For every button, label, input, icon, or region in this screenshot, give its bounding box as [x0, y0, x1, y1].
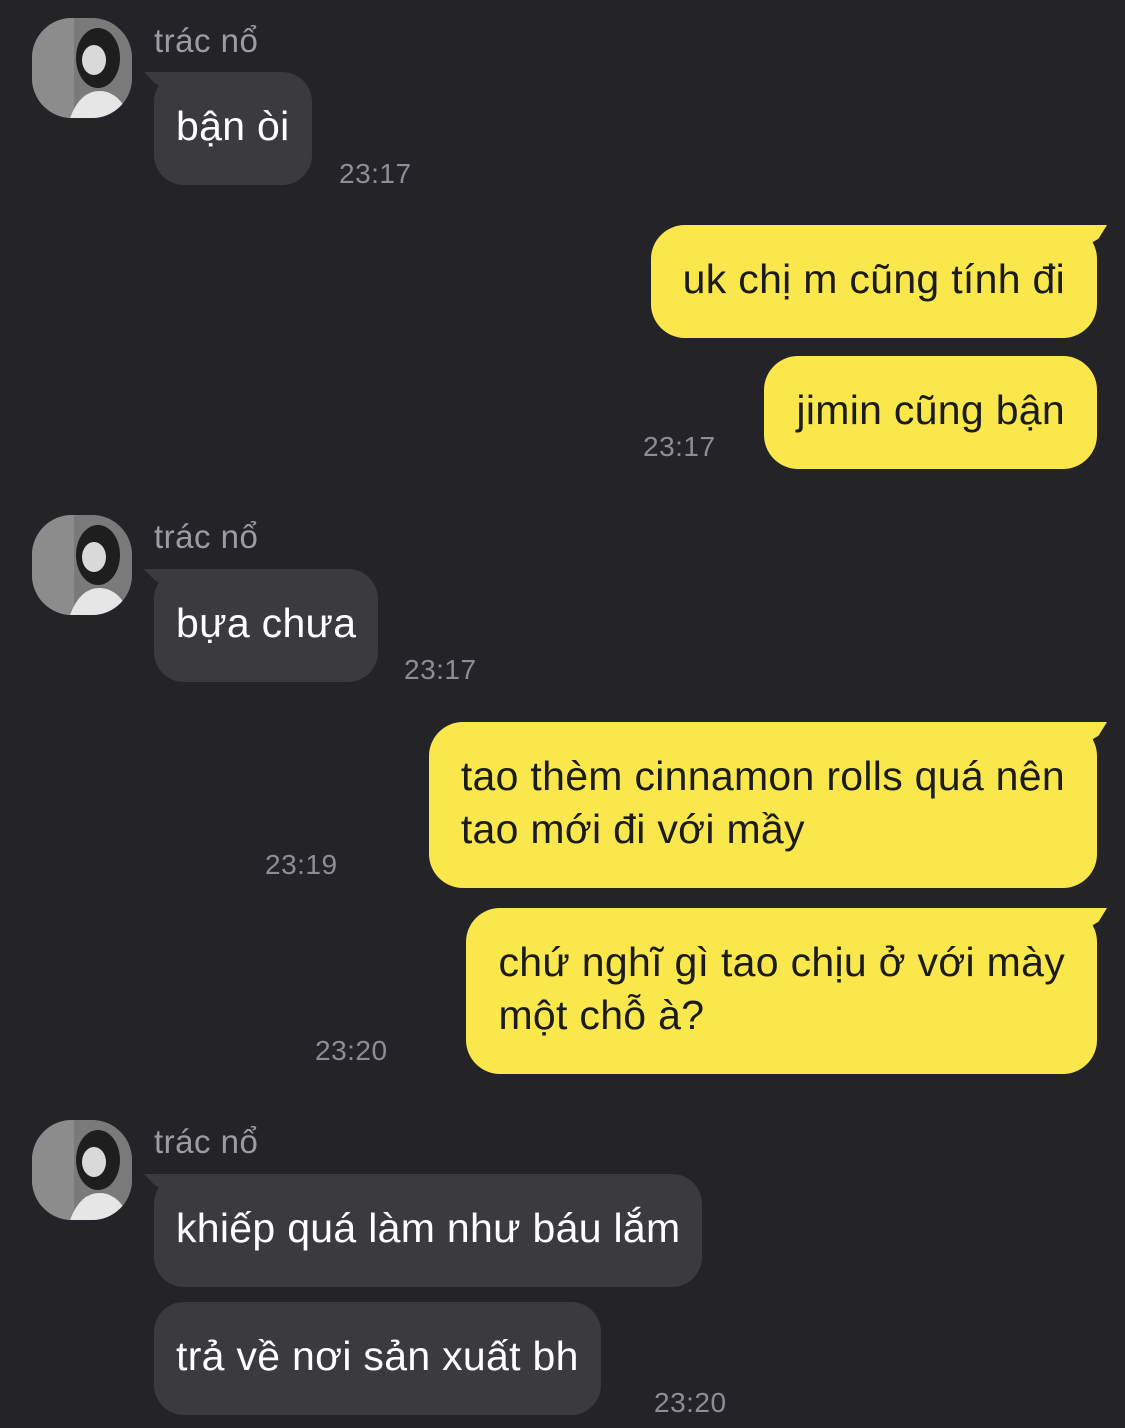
avatar-photo-icon [32, 515, 132, 615]
message-timestamp: 23:17 [339, 158, 412, 189]
message-timestamp: 23:19 [265, 849, 338, 880]
sender-name: trác nổ [154, 1123, 259, 1160]
contact-avatar[interactable] [32, 1120, 132, 1220]
incoming-message[interactable]: khiếp quá làm như báu lắm [154, 1174, 703, 1287]
message-text-line: tao mới đi với mầy [460, 806, 805, 852]
message-text: jimin cũng bận [796, 387, 1065, 433]
message-text-line: tao thèm cinnamon rolls quá nên [460, 753, 1065, 799]
outgoing-message[interactable]: tao thèm cinnamon rolls quá nên tao mới … [428, 722, 1097, 888]
avatar-photo-icon [32, 1120, 132, 1220]
message-timestamp: 23:17 [643, 431, 716, 462]
outgoing-message[interactable]: uk chị m cũng tính đi [650, 225, 1097, 338]
contact-avatar[interactable] [32, 515, 132, 615]
message-text: khiếp quá làm như báu lắm [176, 1205, 681, 1251]
avatar-photo-icon [32, 18, 132, 118]
sender-name: trác nổ [154, 22, 259, 59]
message-timestamp: 23:17 [404, 654, 477, 685]
incoming-message[interactable]: bận òi [154, 72, 312, 185]
sender-name: trác nổ [154, 518, 259, 555]
message-text: bựa chưa [176, 600, 357, 646]
incoming-message[interactable]: trả về nơi sản xuất bh [154, 1302, 601, 1415]
outgoing-message[interactable]: jimin cũng bận [764, 356, 1097, 469]
contact-avatar[interactable] [32, 18, 132, 118]
message-text: bận òi [176, 103, 290, 149]
incoming-message[interactable]: bựa chưa [154, 569, 379, 682]
message-text: trả về nơi sản xuất bh [176, 1333, 579, 1379]
message-text-line: một chỗ à? [498, 992, 705, 1038]
message-text: uk chị m cũng tính đi [682, 256, 1065, 302]
message-timestamp: 23:20 [654, 1387, 727, 1418]
chat-thread: trác nổ bận òi 23:17 uk chị m cũng tính … [0, 0, 1125, 1428]
message-text-line: chứ nghĩ gì tao chịu ở với mày [498, 939, 1065, 985]
message-timestamp: 23:20 [315, 1035, 388, 1066]
outgoing-message[interactable]: chứ nghĩ gì tao chịu ở với mày một chỗ à… [466, 908, 1097, 1074]
